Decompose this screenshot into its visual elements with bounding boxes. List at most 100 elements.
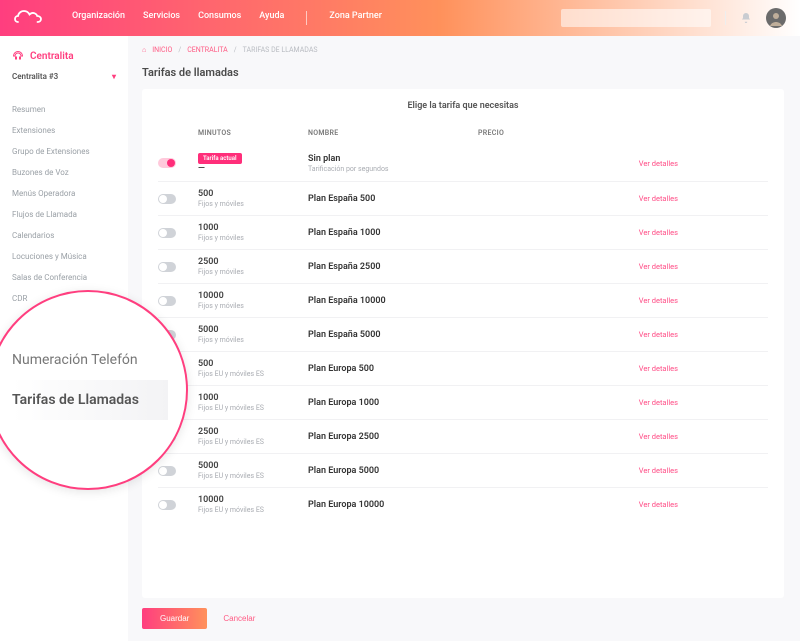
detail-link[interactable]: Ver detalles bbox=[588, 228, 678, 237]
sidebar-item[interactable]: Extensiones bbox=[0, 120, 128, 141]
main: ⌂ INICIO / CENTRALITA / TARIFAS DE LLAMA… bbox=[128, 36, 800, 641]
plan-row: 500Fijos y móvilesPlan España 500 Ver det… bbox=[158, 181, 768, 215]
sidebar-item[interactable]: Resumen bbox=[0, 99, 128, 120]
minutes-cell: 5000Fijos EU y móviles ES bbox=[198, 461, 308, 480]
plan-toggle[interactable] bbox=[158, 466, 176, 476]
detail-link[interactable]: Ver detalles bbox=[588, 500, 678, 509]
detail-link[interactable]: Ver detalles bbox=[588, 398, 678, 407]
actions: Guardar Cancelar bbox=[142, 608, 784, 629]
nav-divider bbox=[306, 11, 307, 25]
avatar[interactable] bbox=[766, 8, 786, 28]
detail-link[interactable]: Ver detalles bbox=[588, 159, 678, 168]
plan-toggle[interactable] bbox=[158, 500, 176, 510]
chevron-down-icon: ▾ bbox=[112, 72, 116, 81]
name-cell: Sin planTarificación por segundos bbox=[308, 154, 478, 173]
detail-link[interactable]: Ver detalles bbox=[588, 432, 678, 441]
name-cell: Plan España 500 bbox=[308, 194, 478, 204]
page-title: Tarifas de llamadas bbox=[142, 66, 784, 79]
plan-row: 10000Fijos EU y móviles ESPlan Europa 10… bbox=[158, 487, 768, 521]
crumb-sep: / bbox=[234, 46, 237, 54]
name-cell: Plan España 1000 bbox=[308, 228, 478, 238]
name-cell: Plan Europa 500 bbox=[308, 364, 478, 374]
current-badge: Tarifa actual bbox=[198, 153, 242, 164]
plan-toggle[interactable] bbox=[158, 158, 176, 168]
sidebar-item[interactable]: Buzones de Voz bbox=[0, 162, 128, 183]
plans-card: Elige la tarifa que necesitas MINUTOS NO… bbox=[142, 89, 784, 598]
lens-item-numeracion[interactable]: Numeración Telefón bbox=[12, 340, 168, 380]
crumb-mid[interactable]: CENTRALITA bbox=[187, 46, 228, 54]
card-caption: Elige la tarifa que necesitas bbox=[158, 101, 768, 111]
plan-toggle[interactable] bbox=[158, 194, 176, 204]
nav-zone[interactable]: Zona Partner bbox=[329, 11, 382, 25]
detail-link[interactable]: Ver detalles bbox=[588, 466, 678, 475]
name-cell: Plan Europa 10000 bbox=[308, 500, 478, 510]
minutes-cell: 2500Fijos EU y móviles ES bbox=[198, 427, 308, 446]
logo[interactable] bbox=[14, 10, 44, 26]
cancel-button[interactable]: Cancelar bbox=[223, 614, 255, 623]
detail-link[interactable]: Ver detalles bbox=[588, 262, 678, 271]
plan-row: 1000Fijos EU y móviles ESPlan Europa 100… bbox=[158, 385, 768, 419]
crumb-leaf: TARIFAS DE LLAMADAS bbox=[243, 46, 318, 54]
plan-row: 1000Fijos y móvilesPlan España 1000 Ver d… bbox=[158, 215, 768, 249]
name-cell: Plan Europa 1000 bbox=[308, 398, 478, 408]
col-nombre: NOMBRE bbox=[308, 129, 478, 137]
plan-toggle[interactable] bbox=[158, 228, 176, 238]
plan-row: 500Fijos EU y móviles ESPlan Europa 500 V… bbox=[158, 351, 768, 385]
minutes-cell: 500Fijos EU y móviles ES bbox=[198, 359, 308, 378]
minutes-cell: Tarifa actual— bbox=[198, 152, 308, 174]
minutes-cell: 10000Fijos EU y móviles ES bbox=[198, 495, 308, 514]
name-cell: Plan España 2500 bbox=[308, 262, 478, 272]
col-minutos: MINUTOS bbox=[198, 129, 308, 137]
name-cell: Plan Europa 5000 bbox=[308, 466, 478, 476]
breadcrumb: ⌂ INICIO / CENTRALITA / TARIFAS DE LLAMA… bbox=[142, 44, 784, 62]
plan-row: 5000Fijos EU y móviles ESPlan Europa 500… bbox=[158, 453, 768, 487]
minutes-cell: 5000Fijos y móviles bbox=[198, 325, 308, 344]
sidebar-title: Centralita bbox=[0, 46, 128, 72]
topbar-right bbox=[561, 8, 786, 28]
sidebar-item[interactable]: Calendarios bbox=[0, 225, 128, 246]
plan-row: 5000Fijos y móvilesPlan España 5000 Ver d… bbox=[158, 317, 768, 351]
plan-row: Tarifa actual—Sin planTarificación por s… bbox=[158, 145, 768, 181]
sidebar-item[interactable]: Salas de Conferencia bbox=[0, 267, 128, 288]
detail-link[interactable]: Ver detalles bbox=[588, 296, 678, 305]
sidebar-item[interactable]: Flujos de Llamada bbox=[0, 204, 128, 225]
plan-row: 2500Fijos y móvilesPlan España 2500 Ver d… bbox=[158, 249, 768, 283]
topbar: Organización Servicios Consumos Ayuda Zo… bbox=[0, 0, 800, 36]
save-button[interactable]: Guardar bbox=[142, 608, 207, 629]
detail-link[interactable]: Ver detalles bbox=[588, 194, 678, 203]
minutes-cell: 1000Fijos EU y móviles ES bbox=[198, 393, 308, 412]
sidebar-selector-label: Centralita #3 bbox=[12, 72, 58, 81]
minutes-cell: 1000Fijos y móviles bbox=[198, 223, 308, 242]
detail-link[interactable]: Ver detalles bbox=[588, 330, 678, 339]
plan-row: 2500Fijos EU y móviles ESPlan Europa 250… bbox=[158, 419, 768, 453]
minutes-cell: 2500Fijos y móviles bbox=[198, 257, 308, 276]
name-cell: Plan España 10000 bbox=[308, 296, 478, 306]
sidebar-selector[interactable]: Centralita #3 ▾ bbox=[0, 72, 128, 93]
sidebar-item[interactable]: Grupo de Extensiones bbox=[0, 141, 128, 162]
crumb-sep: / bbox=[178, 46, 181, 54]
plan-row: 10000Fijos y móvilesPlan España 10000 Ver… bbox=[158, 283, 768, 317]
home-icon[interactable]: ⌂ bbox=[142, 46, 146, 54]
sidebar-item[interactable]: Menús Operadora bbox=[0, 183, 128, 204]
sidebar-items: ResumenExtensionesGrupo de ExtensionesBu… bbox=[0, 93, 128, 309]
minutes-cell: 500Fijos y móviles bbox=[198, 189, 308, 208]
nav-help[interactable]: Ayuda bbox=[259, 11, 284, 25]
nav-services[interactable]: Servicios bbox=[143, 11, 180, 25]
col-precio: PRECIO bbox=[478, 129, 588, 137]
detail-link[interactable]: Ver detalles bbox=[588, 364, 678, 373]
crumb-home[interactable]: INICIO bbox=[152, 46, 172, 54]
vdiv bbox=[725, 11, 726, 25]
bell-icon[interactable] bbox=[740, 12, 752, 24]
main-nav: Organización Servicios Consumos Ayuda Zo… bbox=[72, 11, 382, 25]
lens-item-tarifas[interactable]: Tarifas de Llamadas bbox=[12, 380, 168, 420]
name-cell: Plan Europa 2500 bbox=[308, 432, 478, 442]
table-header: MINUTOS NOMBRE PRECIO bbox=[158, 129, 768, 137]
nav-org[interactable]: Organización bbox=[72, 11, 125, 25]
search-input[interactable] bbox=[561, 9, 711, 27]
minutes-cell: 10000Fijos y móviles bbox=[198, 291, 308, 310]
plan-toggle[interactable] bbox=[158, 296, 176, 306]
plan-toggle[interactable] bbox=[158, 262, 176, 272]
name-cell: Plan España 5000 bbox=[308, 330, 478, 340]
sidebar-item[interactable]: Locuciones y Música bbox=[0, 246, 128, 267]
nav-consumos[interactable]: Consumos bbox=[198, 11, 241, 25]
